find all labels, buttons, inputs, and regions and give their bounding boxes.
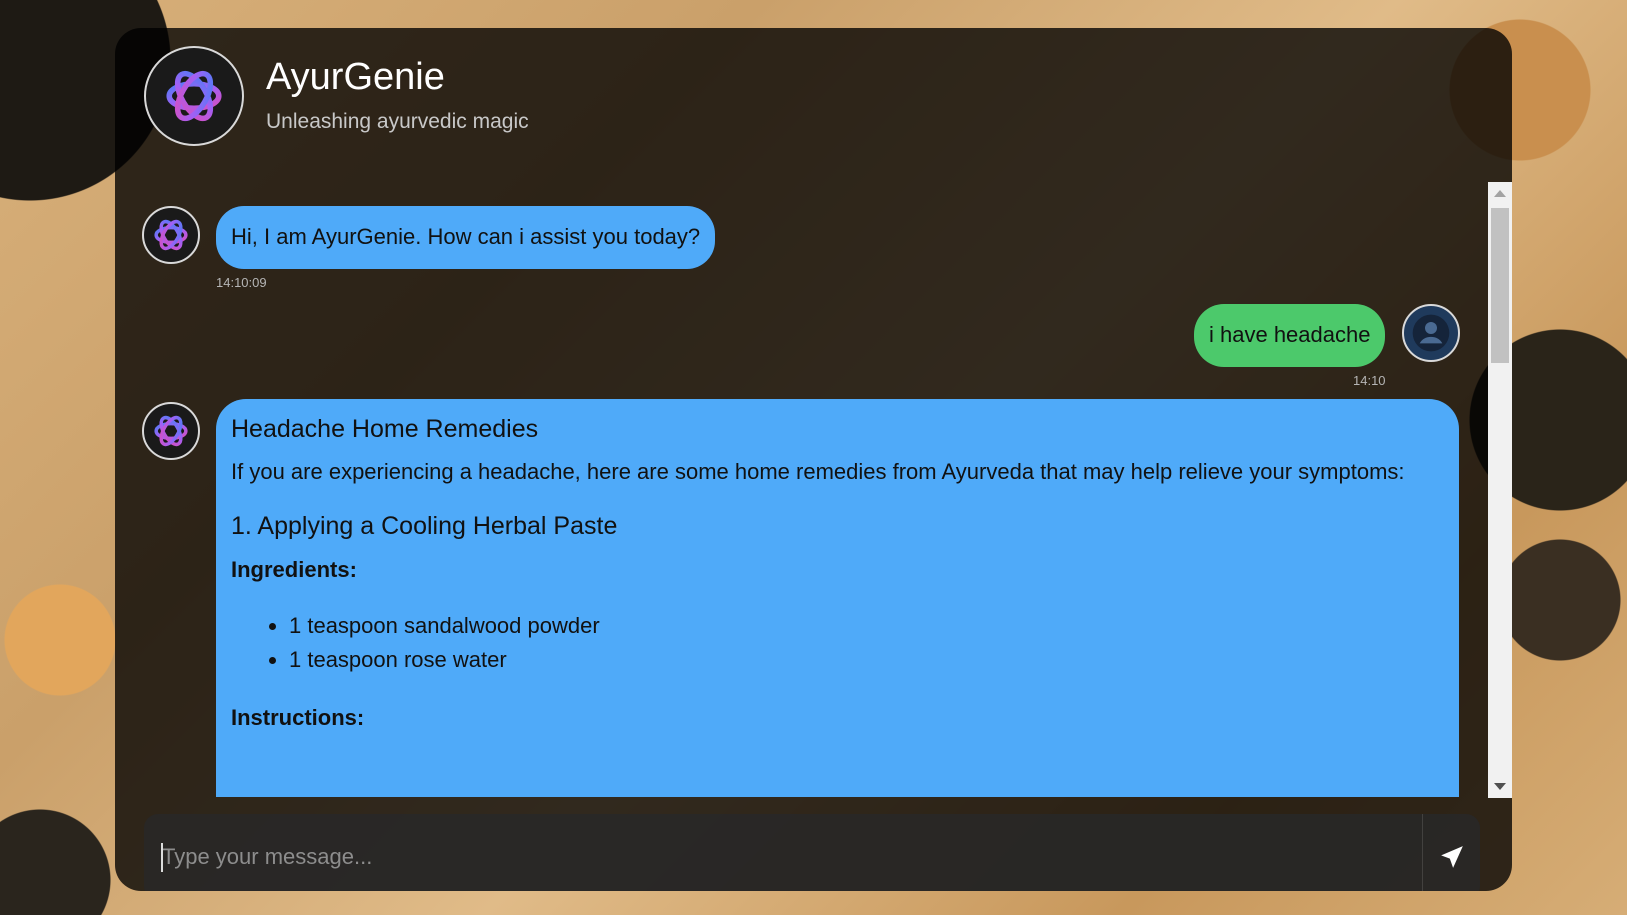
user-message: i have headache xyxy=(1194,304,1386,367)
user-circle-icon xyxy=(1412,314,1450,352)
scroll-down-icon[interactable] xyxy=(1494,783,1506,790)
scroll-thumb[interactable] xyxy=(1491,208,1509,363)
openai-knot-icon xyxy=(154,219,188,251)
bot-message-text: Hi, I am AyurGenie. How can i assist you… xyxy=(231,224,701,249)
messages-scrollbar[interactable] xyxy=(1488,182,1512,798)
bot-message-remedies: Headache Home Remedies If you are experi… xyxy=(216,399,1459,797)
chat-window: AyurGenie Unleashing ayurvedic magic Hi,… xyxy=(115,28,1512,891)
message-input[interactable] xyxy=(144,814,1421,891)
ingredients-list: 1 teaspoon sandalwood powder 1 teaspoon … xyxy=(231,609,1444,677)
remedy-heading: Headache Home Remedies xyxy=(231,415,539,443)
bot-avatar xyxy=(142,402,200,460)
message-composer xyxy=(144,814,1480,891)
bot-message: Hi, I am AyurGenie. How can i assist you… xyxy=(216,206,716,269)
send-plane-icon xyxy=(1440,846,1463,868)
remedy-intro: If you are experiencing a headache, here… xyxy=(231,459,1405,484)
bot-avatar xyxy=(142,206,200,264)
openai-knot-icon xyxy=(154,415,188,447)
list-item: 1 teaspoon rose water xyxy=(289,643,1444,677)
user-message-text: i have headache xyxy=(1209,322,1371,347)
scroll-up-icon[interactable] xyxy=(1494,190,1506,197)
remedy-section-title: 1. Applying a Cooling Herbal Paste xyxy=(231,512,618,540)
app-title: AyurGenie xyxy=(266,56,445,98)
ingredients-label: Ingredients: xyxy=(231,557,357,582)
list-item: 1 teaspoon sandalwood powder xyxy=(289,609,1444,643)
chat-header: AyurGenie Unleashing ayurvedic magic xyxy=(144,46,529,146)
user-avatar xyxy=(1402,304,1460,362)
message-list[interactable]: Hi, I am AyurGenie. How can i assist you… xyxy=(115,206,1487,797)
instructions-label: Instructions: xyxy=(231,705,365,730)
app-subtitle: Unleashing ayurvedic magic xyxy=(266,110,529,133)
message-timestamp: 14:10:09 xyxy=(216,275,267,290)
app-logo xyxy=(144,46,244,146)
text-caret xyxy=(161,843,163,872)
message-timestamp: 14:10 xyxy=(1353,373,1386,388)
openai-knot-icon xyxy=(166,70,222,122)
send-button[interactable] xyxy=(1422,814,1480,891)
